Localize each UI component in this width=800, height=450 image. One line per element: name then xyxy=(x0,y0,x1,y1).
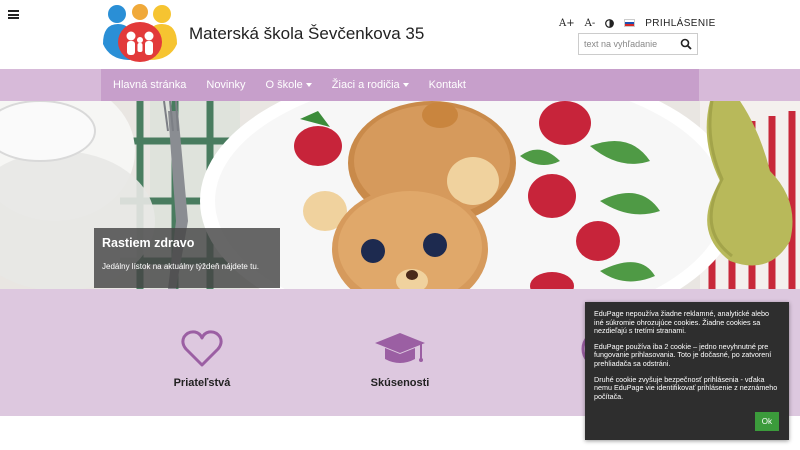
login-link[interactable]: PRIHLÁSENIE xyxy=(645,18,716,29)
slovak-flag-icon[interactable] xyxy=(624,19,636,27)
nav-item-label: Kontakt xyxy=(428,79,466,91)
heart-icon xyxy=(181,330,223,367)
main-navbar: Hlavná stránka Novinky O škole Žiaci a r… xyxy=(0,69,800,101)
nav-item-label: Žiaci a rodičia xyxy=(331,79,400,91)
nav-menu: Hlavná stránka Novinky O škole Žiaci a r… xyxy=(101,69,699,101)
family-logo-icon[interactable] xyxy=(100,2,180,64)
header-tools: A+ A- PRIHLÁSENIE xyxy=(559,16,716,30)
nav-item-label: Hlavná stránka xyxy=(113,79,187,91)
hero-banner[interactable]: Rastiem zdravo Jedálny lístok na aktuáln… xyxy=(0,101,800,289)
cookie-text-2: EduPage používa iba 2 cookie – jedno nev… xyxy=(594,341,772,368)
feature-experience[interactable]: Skúsenosti xyxy=(340,329,460,389)
nav-item-contact[interactable]: Kontakt xyxy=(429,79,466,91)
nav-item-label: O škole xyxy=(265,79,303,91)
nav-item-news[interactable]: Novinky xyxy=(206,79,245,91)
graduation-cap-icon xyxy=(375,333,425,363)
site-title[interactable]: Materská škola Ševčenkova 35 xyxy=(189,24,424,44)
search-box xyxy=(578,33,698,55)
feature-label: Priateľstvá xyxy=(173,377,231,389)
hero-text: Jedálny lístok na aktuálny týždeň nájdet… xyxy=(102,262,259,271)
cookie-text-3: Druhé cookie zvyšuje bezpečnosť prihláse… xyxy=(594,374,778,401)
nav-item-students-parents[interactable]: Žiaci a rodičia xyxy=(332,79,409,91)
cookie-ok-button[interactable]: Ok xyxy=(754,412,779,431)
hero-title: Rastiem zdravo xyxy=(102,236,195,250)
font-decrease-button[interactable]: A- xyxy=(585,18,596,29)
cookie-notice: EduPage nepoužíva žiadne reklamné, analy… xyxy=(585,302,789,440)
hero-caption[interactable]: Rastiem zdravo Jedálny lístok na aktuáln… xyxy=(94,228,280,288)
contrast-icon[interactable] xyxy=(605,18,615,28)
font-increase-button[interactable]: A+ xyxy=(559,18,575,29)
caret-down-icon xyxy=(305,83,312,87)
caret-down-icon xyxy=(402,83,409,87)
hamburger-menu-icon[interactable] xyxy=(8,10,19,19)
search-icon[interactable] xyxy=(680,38,692,50)
search-input[interactable] xyxy=(579,34,679,54)
cookie-text-1: EduPage nepoužíva žiadne reklamné, analy… xyxy=(594,309,770,336)
feature-friendships[interactable]: Priateľstvá xyxy=(142,329,262,389)
feature-label: Skúsenosti xyxy=(370,377,430,389)
nav-item-label: Novinky xyxy=(206,79,246,91)
nav-item-home[interactable]: Hlavná stránka xyxy=(113,79,186,91)
nav-item-about-school[interactable]: O škole xyxy=(266,79,312,91)
